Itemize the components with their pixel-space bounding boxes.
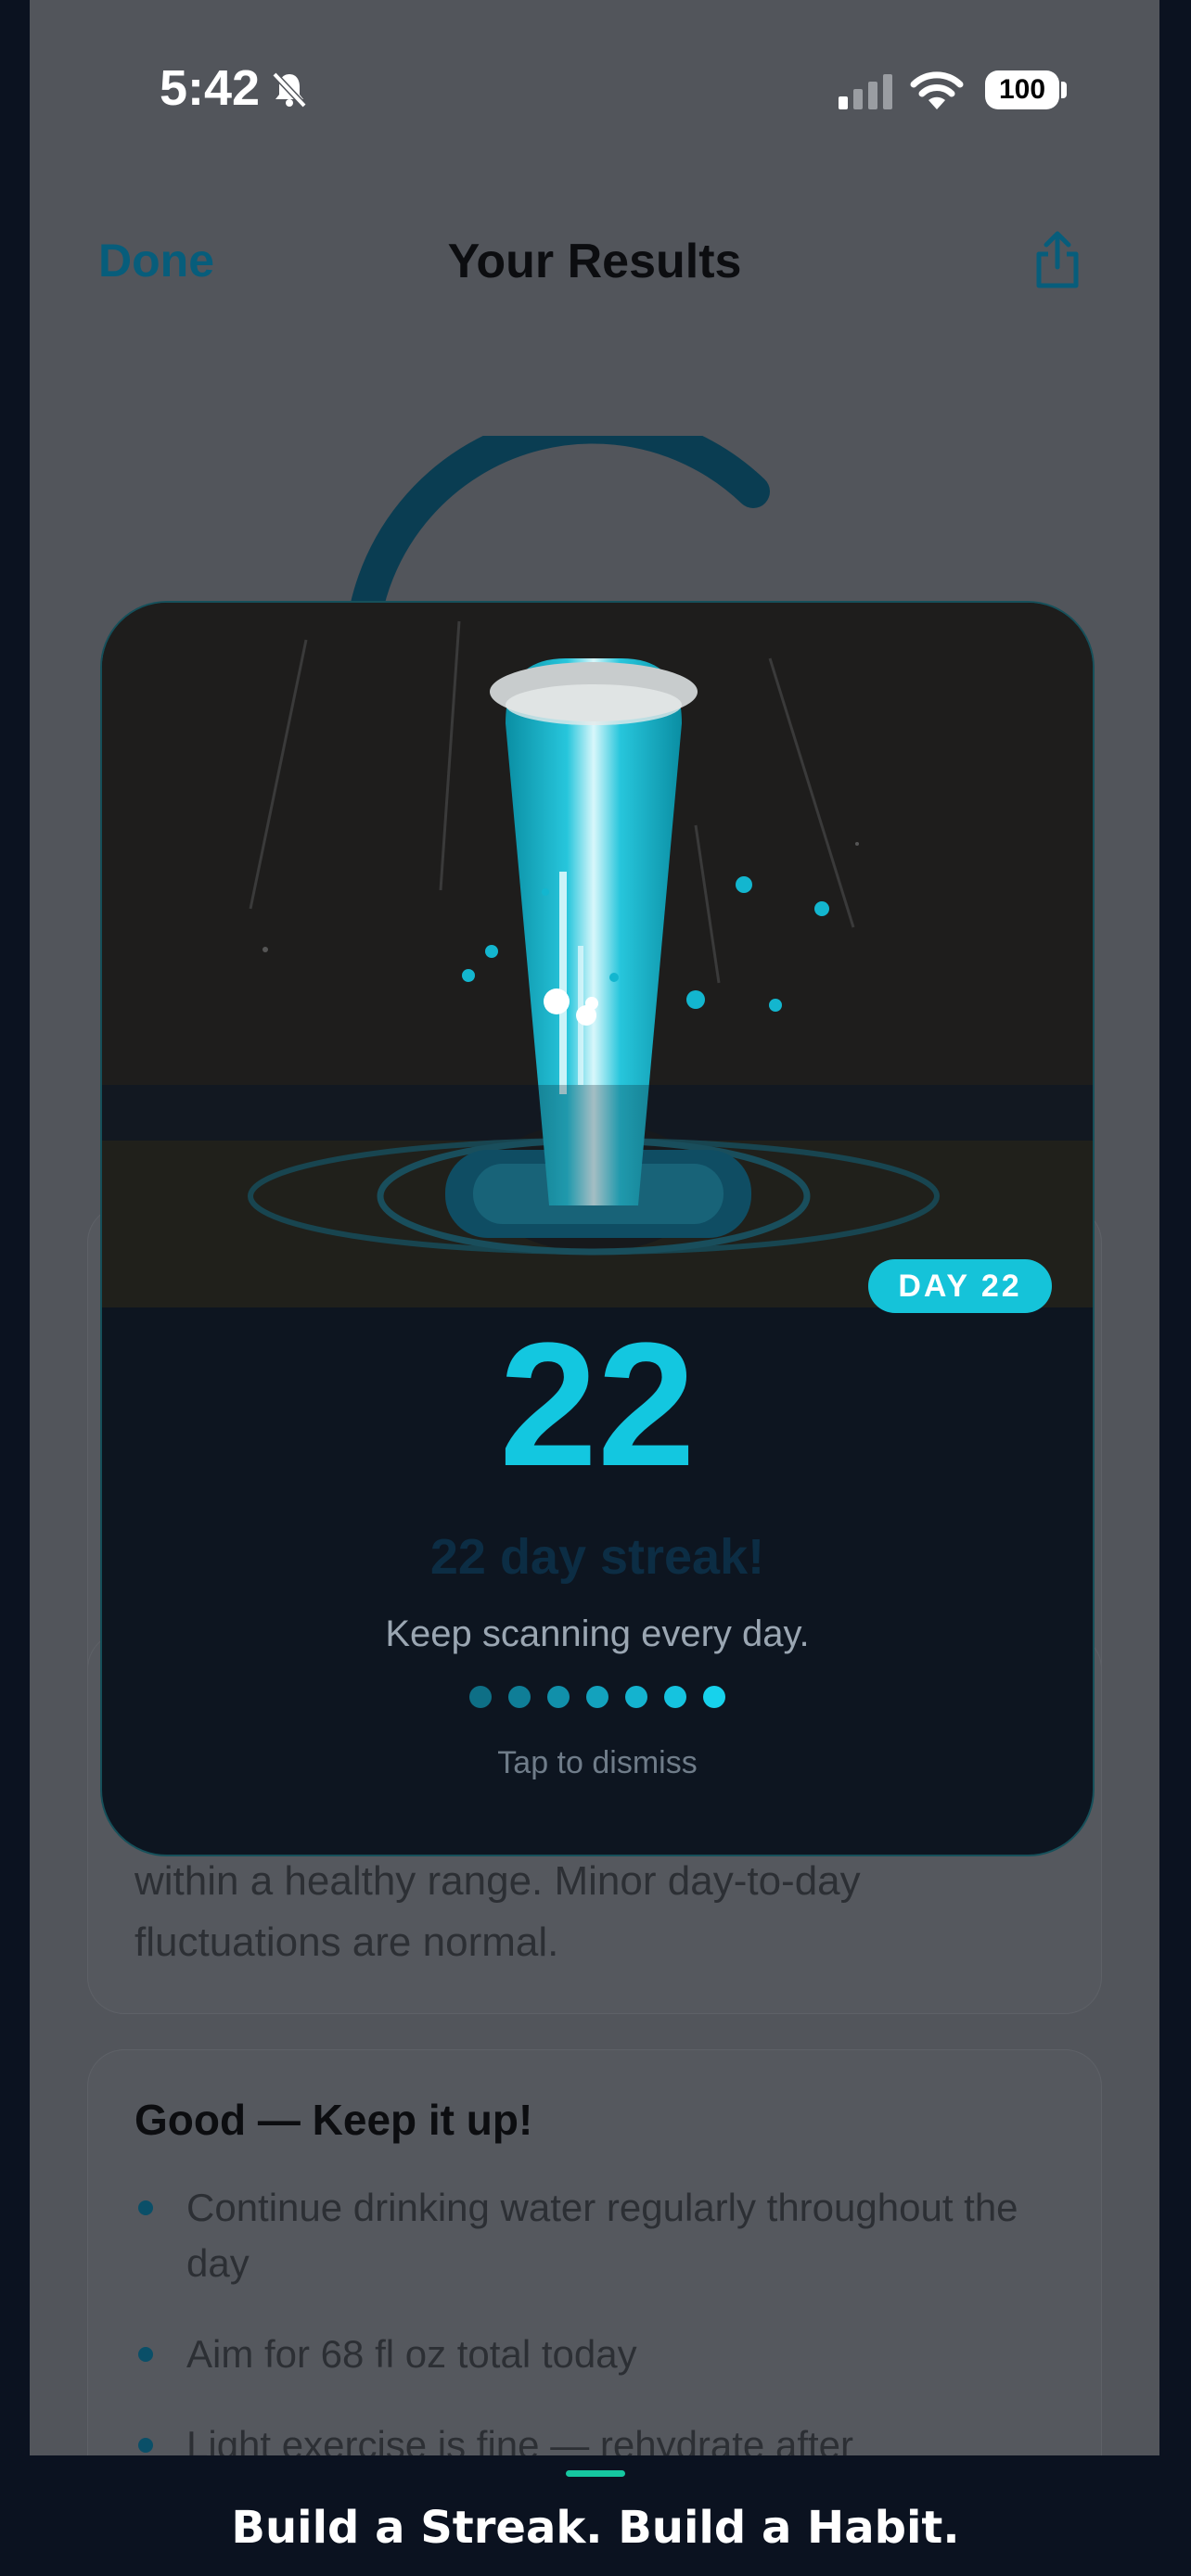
- streak-modal[interactable]: DAY 22 22 22 day streak! Keep scanning e…: [100, 601, 1095, 1856]
- advice-item: Continue drinking water regularly throug…: [134, 2180, 1071, 2291]
- progress-dot: [703, 1686, 725, 1708]
- advice-card: Good — Keep it up! Continue drinking wat…: [87, 2049, 1102, 2455]
- streak-subtitle: Keep scanning every day.: [385, 1613, 810, 1654]
- advice-title: Good — Keep it up!: [134, 2096, 533, 2144]
- battery-indicator: 100: [985, 70, 1059, 109]
- wifi-icon: [909, 69, 965, 116]
- battery-tip: [1061, 82, 1067, 98]
- bullet-icon: [138, 2200, 153, 2215]
- advice-item-text: Aim for 68 fl oz total today: [186, 2332, 637, 2376]
- progress-dot: [586, 1686, 608, 1708]
- status-bar: 5:42 100: [30, 0, 1159, 185]
- explanation-text: within a healthy range. Minor day-to-day…: [134, 1858, 861, 1965]
- progress-dot: [625, 1686, 647, 1708]
- bullet-icon: [138, 2438, 153, 2453]
- bell-muted-icon: [269, 69, 310, 114]
- status-time: 5:42: [160, 60, 261, 116]
- water-drop-illustration: [102, 603, 1093, 1307]
- advice-item-text: Continue drinking water regularly throug…: [186, 2186, 1018, 2285]
- marketing-caption: Build a Streak. Build a Habit.: [231, 2502, 960, 2554]
- streak-progress-dots: [102, 1686, 1093, 1708]
- caption-accent-line: [566, 2470, 625, 2477]
- progress-dot: [508, 1686, 531, 1708]
- streak-count: 22: [499, 1307, 696, 1503]
- streak-headline: 22 day streak!: [429, 1529, 765, 1585]
- advice-item: Aim for 68 fl oz total today: [134, 2327, 1071, 2382]
- advice-item: Light exercise is fine — rehydrate after: [134, 2417, 1071, 2455]
- progress-dot: [469, 1686, 492, 1708]
- advice-item-text: Light exercise is fine — rehydrate after: [186, 2423, 854, 2455]
- advice-list: Continue drinking water regularly throug…: [134, 2180, 1071, 2455]
- page-title: Your Results: [447, 235, 742, 288]
- progress-dot: [547, 1686, 570, 1708]
- progress-dot: [664, 1686, 686, 1708]
- dismiss-hint[interactable]: Tap to dismiss: [102, 1745, 1093, 1781]
- cellular-signal-icon: [839, 72, 898, 116]
- share-icon[interactable]: [1031, 230, 1083, 294]
- bullet-icon: [138, 2347, 153, 2362]
